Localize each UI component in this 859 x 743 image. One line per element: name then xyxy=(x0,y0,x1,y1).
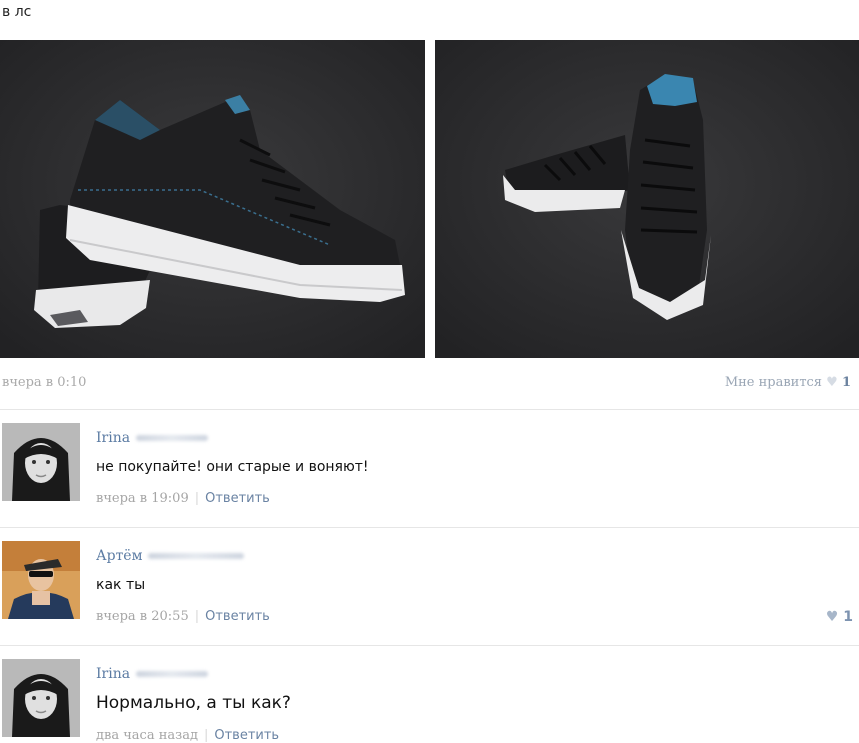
heart-icon: ♥ xyxy=(826,375,838,390)
separator: | xyxy=(203,728,209,743)
reply-link[interactable]: Ответить xyxy=(205,491,270,506)
author-name: Irina xyxy=(96,430,131,446)
avatar[interactable] xyxy=(2,541,80,619)
avatar-photo-artem xyxy=(2,541,80,619)
divider xyxy=(0,527,859,528)
separator: | xyxy=(194,491,200,506)
author-name: Irina xyxy=(96,666,131,682)
comment-meta: вчера в 20:55 | Ответить xyxy=(96,609,270,624)
blurred-surname xyxy=(136,671,209,677)
avatar-photo-irina xyxy=(2,659,80,737)
avatar-photo-irina xyxy=(2,423,80,501)
post-like-button[interactable]: Мне нравится ♥ 1 xyxy=(725,375,851,390)
post-photo-1[interactable] xyxy=(0,40,425,358)
avatar[interactable] xyxy=(2,659,80,737)
like-count: 1 xyxy=(841,375,851,390)
author-name: Артём xyxy=(96,548,143,564)
comment-text: как ты xyxy=(96,577,146,593)
comment-author[interactable]: Irina xyxy=(96,666,209,682)
comment-text: не покупайте! они старые и воняют! xyxy=(96,459,369,475)
comment-meta: два часа назад | Ответить xyxy=(96,728,279,743)
like-label: Мне нравится xyxy=(724,375,823,390)
post-photo-2[interactable] xyxy=(435,40,859,358)
avatar[interactable] xyxy=(2,423,80,501)
sneaker-photo-side-view xyxy=(0,40,425,358)
reply-link[interactable]: Ответить xyxy=(205,609,270,624)
like-count: 1 xyxy=(843,609,853,625)
comment-author[interactable]: Irina xyxy=(96,430,209,446)
comment-text: Нормально, а ты как? xyxy=(96,693,291,713)
post-timestamp[interactable]: вчера в 0:10 xyxy=(2,375,86,390)
post-text: в лс xyxy=(2,4,32,20)
blurred-surname xyxy=(136,435,209,441)
separator: | xyxy=(194,609,200,624)
sneaker-photo-top-view xyxy=(435,40,859,358)
comment-meta: вчера в 19:09 | Ответить xyxy=(96,491,270,506)
comment-timestamp[interactable]: вчера в 19:09 xyxy=(96,491,189,506)
reply-link[interactable]: Ответить xyxy=(214,728,279,743)
heart-icon: ♥ xyxy=(825,609,839,625)
divider xyxy=(0,645,859,646)
blurred-surname xyxy=(148,553,245,559)
comment-timestamp[interactable]: два часа назад xyxy=(96,728,198,743)
divider xyxy=(0,409,859,410)
comment-author[interactable]: Артём xyxy=(96,548,245,564)
comment-timestamp[interactable]: вчера в 20:55 xyxy=(96,609,189,624)
comment-like-button[interactable]: ♥ 1 xyxy=(826,609,853,625)
